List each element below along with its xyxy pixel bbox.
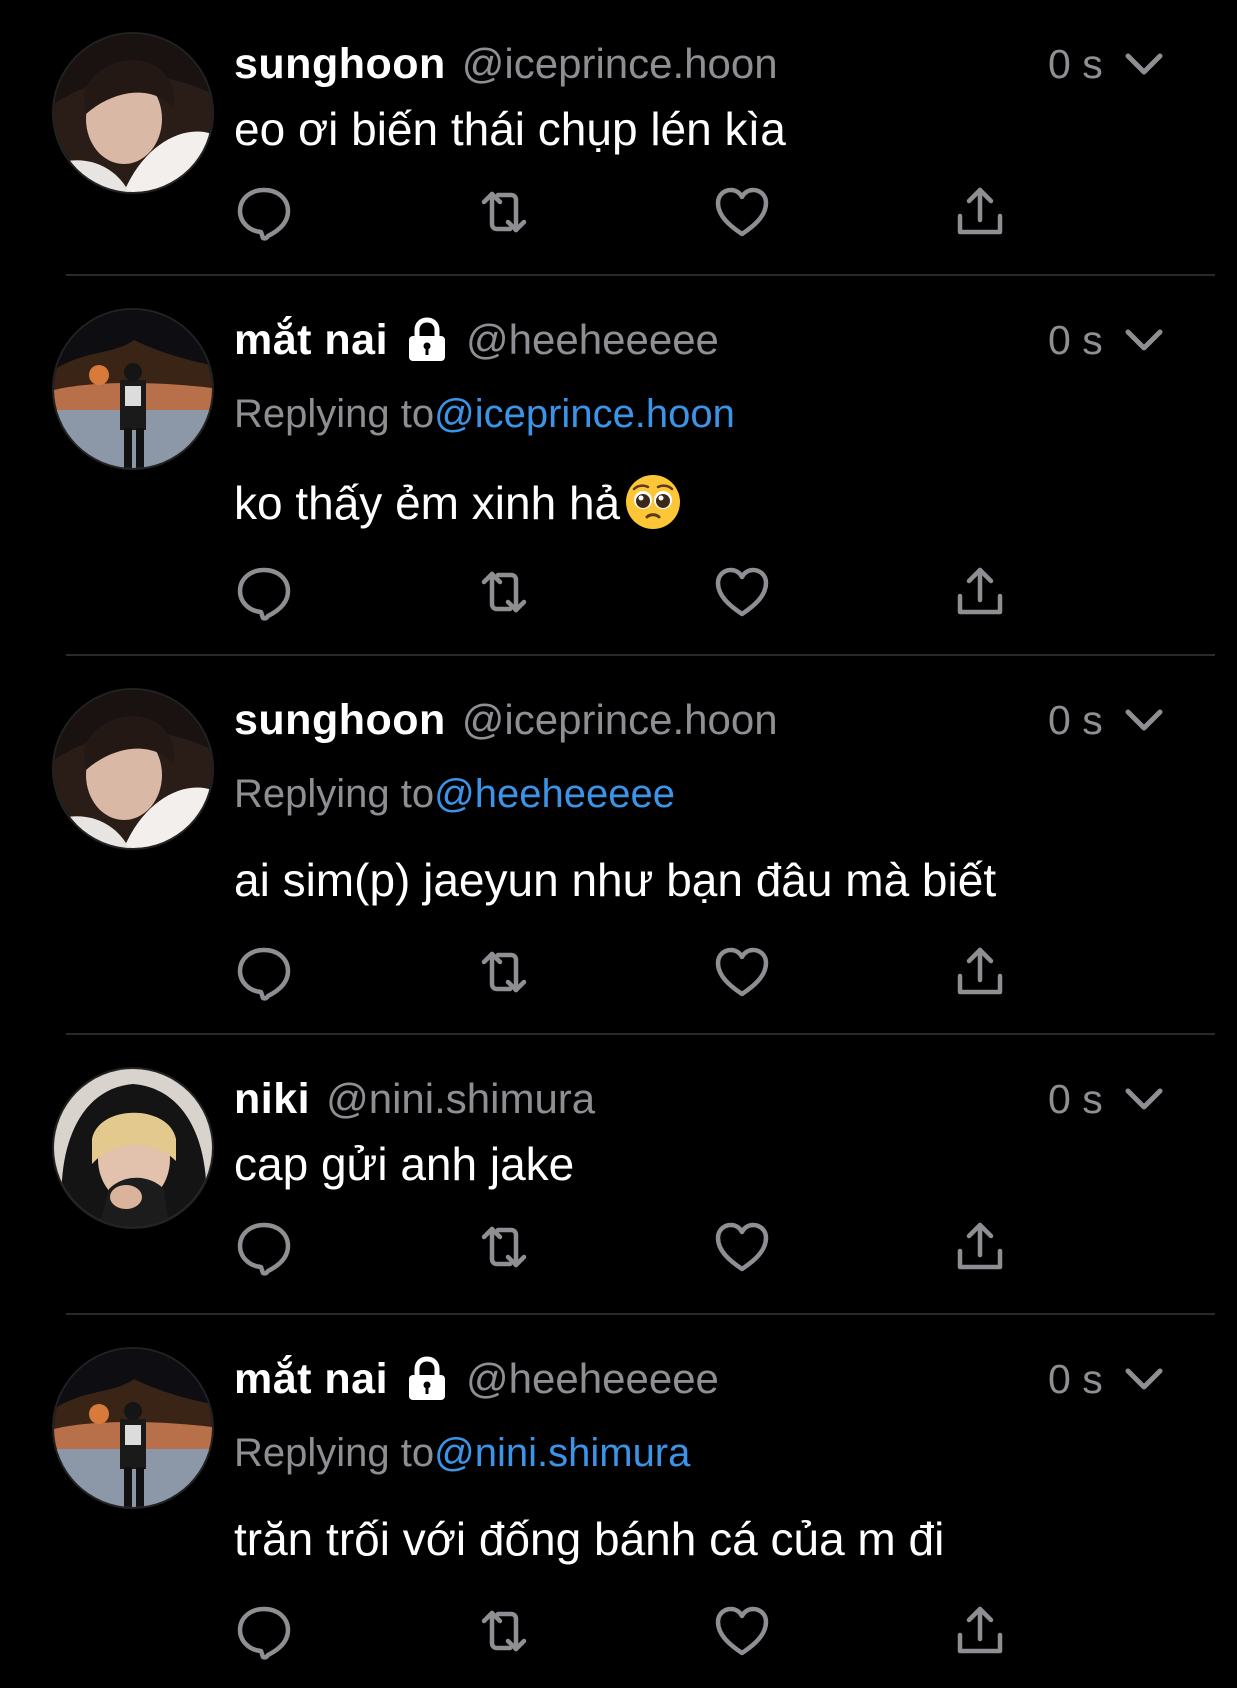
tweet[interactable]: mắt nai @heeheeeee 0 s Replying to@icepr… bbox=[0, 276, 1237, 656]
replying-to-handle[interactable]: @iceprince.hoon bbox=[434, 392, 735, 436]
chevron-down-icon[interactable] bbox=[1122, 1079, 1166, 1119]
user-handle[interactable]: @heeheeeee bbox=[466, 316, 719, 364]
timestamp: 0 s bbox=[1048, 1075, 1103, 1122]
tweet-text: cap gửi anh jake bbox=[234, 1138, 575, 1190]
lock-icon bbox=[404, 1356, 450, 1402]
replying-to: Replying to@nini.shimura bbox=[234, 1431, 690, 1476]
retweet-icon[interactable] bbox=[474, 942, 534, 1002]
retweet-icon[interactable] bbox=[474, 1601, 534, 1661]
tweet[interactable]: mắt nai @heeheeeee 0 s Replying to@nini.… bbox=[0, 1315, 1237, 1688]
user-handle[interactable]: @nini.shimura bbox=[326, 1075, 595, 1123]
tweet-text: trăn trối với đống bánh cá của m đi bbox=[234, 1513, 945, 1565]
tweet-header: mắt nai @heeheeeee bbox=[234, 1355, 719, 1403]
like-icon[interactable] bbox=[712, 942, 772, 1002]
tweet-text-content: ko thấy ẻm xinh hả bbox=[234, 477, 621, 529]
user-handle[interactable]: @heeheeeee bbox=[466, 1355, 719, 1403]
share-icon[interactable] bbox=[950, 562, 1010, 622]
avatar-image bbox=[54, 310, 212, 468]
display-name[interactable]: sunghoon bbox=[234, 40, 446, 89]
pleading-face-emoji-icon bbox=[626, 475, 681, 529]
tweet-thread: sunghoon @iceprince.hoon 0 s eo ơi biến … bbox=[0, 0, 1237, 1688]
replying-to: Replying to@iceprince.hoon bbox=[234, 392, 735, 437]
share-icon[interactable] bbox=[950, 1217, 1010, 1277]
chevron-down-icon[interactable] bbox=[1122, 700, 1166, 740]
timestamp: 0 s bbox=[1048, 316, 1103, 363]
avatar-image bbox=[54, 1349, 212, 1507]
tweet[interactable]: niki @nini.shimura 0 s cap gửi anh jake bbox=[0, 1035, 1237, 1315]
avatar-image bbox=[54, 690, 212, 848]
replying-to-handle[interactable]: @nini.shimura bbox=[434, 1431, 690, 1475]
action-bar bbox=[234, 562, 1034, 622]
retweet-icon[interactable] bbox=[474, 182, 534, 242]
chevron-down-icon[interactable] bbox=[1122, 44, 1166, 84]
like-icon[interactable] bbox=[712, 182, 772, 242]
avatar[interactable] bbox=[52, 1067, 214, 1229]
replying-label: Replying to bbox=[234, 1431, 435, 1475]
action-bar bbox=[234, 1601, 1034, 1661]
like-icon[interactable] bbox=[712, 1217, 772, 1277]
tweet-header: sunghoon @iceprince.hoon bbox=[234, 40, 778, 88]
comment-icon[interactable] bbox=[234, 942, 294, 1002]
comment-icon[interactable] bbox=[234, 562, 294, 622]
timestamp: 0 s bbox=[1048, 40, 1103, 87]
share-icon[interactable] bbox=[950, 1601, 1010, 1661]
tweet-header: niki @nini.shimura bbox=[234, 1075, 595, 1123]
tweet-text: eo ơi biến thái chụp lén kìa bbox=[234, 103, 786, 155]
display-name[interactable]: sunghoon bbox=[234, 696, 446, 745]
timestamp: 0 s bbox=[1048, 696, 1103, 743]
avatar[interactable] bbox=[52, 32, 214, 194]
display-name[interactable]: niki bbox=[234, 1075, 310, 1124]
avatar[interactable] bbox=[52, 1347, 214, 1509]
chevron-down-icon[interactable] bbox=[1122, 320, 1166, 360]
action-bar bbox=[234, 1217, 1034, 1277]
tweet-header: sunghoon @iceprince.hoon bbox=[234, 696, 778, 744]
tweet-text: ai sim(p) jaeyun như bạn đâu mà biết bbox=[234, 854, 997, 906]
comment-icon[interactable] bbox=[234, 182, 294, 242]
action-bar bbox=[234, 942, 1034, 1002]
like-icon[interactable] bbox=[712, 1601, 772, 1661]
comment-icon[interactable] bbox=[234, 1601, 294, 1661]
avatar[interactable] bbox=[52, 688, 214, 850]
retweet-icon[interactable] bbox=[474, 1217, 534, 1277]
action-bar bbox=[234, 182, 1034, 242]
replying-to: Replying to@heeheeeee bbox=[234, 772, 675, 817]
replying-to-handle[interactable]: @heeheeeee bbox=[434, 772, 675, 816]
avatar[interactable] bbox=[52, 308, 214, 470]
display-name[interactable]: mắt nai bbox=[234, 316, 388, 365]
tweet[interactable]: sunghoon @iceprince.hoon 0 s eo ơi biến … bbox=[0, 0, 1237, 276]
chevron-down-icon[interactable] bbox=[1122, 1359, 1166, 1399]
timestamp: 0 s bbox=[1048, 1355, 1103, 1402]
lock-icon bbox=[404, 317, 450, 363]
share-icon[interactable] bbox=[950, 182, 1010, 242]
replying-label: Replying to bbox=[234, 392, 435, 436]
replying-label: Replying to bbox=[234, 772, 435, 816]
avatar-image bbox=[54, 1069, 212, 1227]
avatar-image bbox=[54, 34, 212, 192]
user-handle[interactable]: @iceprince.hoon bbox=[462, 696, 778, 744]
share-icon[interactable] bbox=[950, 942, 1010, 1002]
comment-icon[interactable] bbox=[234, 1217, 294, 1277]
user-handle[interactable]: @iceprince.hoon bbox=[462, 40, 778, 88]
retweet-icon[interactable] bbox=[474, 562, 534, 622]
display-name[interactable]: mắt nai bbox=[234, 1355, 388, 1404]
tweet-header: mắt nai @heeheeeee bbox=[234, 316, 719, 364]
like-icon[interactable] bbox=[712, 562, 772, 622]
tweet[interactable]: sunghoon @iceprince.hoon 0 s Replying to… bbox=[0, 656, 1237, 1035]
tweet-text: ko thấy ẻm xinh hả bbox=[234, 473, 682, 531]
